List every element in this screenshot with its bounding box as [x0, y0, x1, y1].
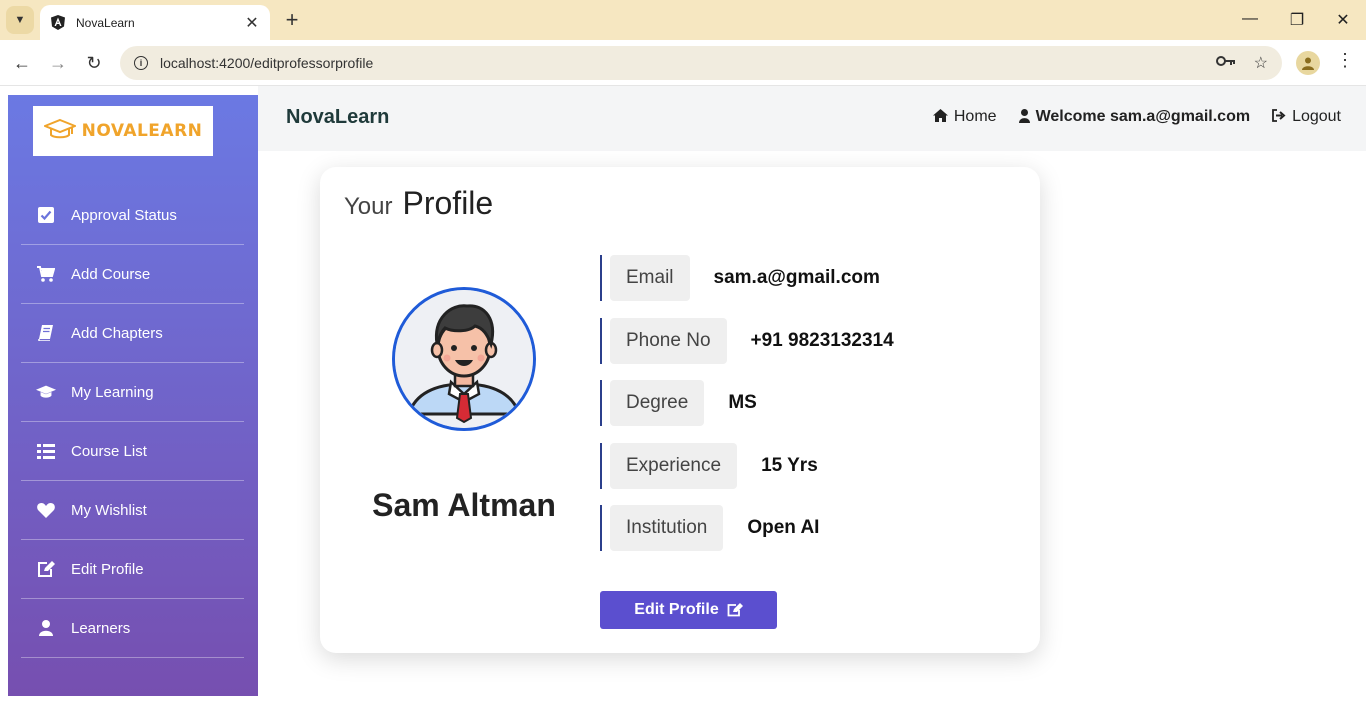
list-icon [36, 441, 56, 461]
sidebar-item-course-list[interactable]: Course List [21, 422, 244, 481]
field-degree: Degree MS [600, 380, 894, 426]
sidebar-item-label: Add Course [71, 265, 151, 283]
sidebar-item-label: Edit Profile [71, 560, 144, 578]
profile-card: Your Profile Sam Altman Email sam.a@gmai… [320, 167, 1040, 653]
cart-icon [36, 264, 56, 284]
field-value: sam.a@gmail.com [713, 267, 880, 288]
profile-name: Sam Altman [372, 487, 556, 523]
logo[interactable]: NOVALEARN [33, 106, 213, 156]
app-header: NovaLearn Home Welcome sam.a@gmail.com L… [258, 86, 1366, 151]
tab-search-button[interactable]: ▼ [6, 6, 34, 34]
field-value: Open AI [747, 517, 820, 538]
sidebar-menu: Approval Status Add Course Add Chapters … [21, 186, 244, 658]
browser-menu-icon[interactable]: ⋮ [1336, 50, 1354, 71]
field-label: Degree [610, 380, 705, 426]
edit-icon [727, 603, 743, 617]
edit-profile-label: Edit Profile [634, 601, 719, 618]
check-square-icon [36, 205, 56, 225]
edit-profile-button[interactable]: Edit Profile [600, 591, 777, 629]
edit-icon [36, 559, 56, 579]
forward-icon[interactable]: → [47, 52, 69, 74]
bookmark-star-icon[interactable]: ☆ [1254, 53, 1268, 73]
field-phone: Phone No +91 9823132314 [600, 317, 894, 364]
reload-icon[interactable]: ↻ [83, 52, 105, 74]
graduation-cap-logo-icon [41, 118, 78, 145]
page-title: Your Profile [344, 185, 493, 222]
brand-title[interactable]: NovaLearn [286, 106, 389, 129]
sidebar-item-label: Add Chapters [71, 324, 163, 342]
user-icon [1018, 108, 1030, 126]
field-label: Email [610, 255, 690, 301]
field-value: +91 9823132314 [750, 329, 894, 351]
title-main: Profile [402, 185, 494, 221]
angular-icon [50, 15, 66, 31]
sidebar-item-learners[interactable]: Learners [21, 599, 244, 658]
header-nav: Home Welcome sam.a@gmail.com Logout [911, 108, 1341, 126]
sidebar-item-add-chapters[interactable]: Add Chapters [21, 304, 244, 363]
url-text[interactable]: localhost:4200/editprofessorprofile [160, 55, 1198, 71]
address-bar[interactable]: i localhost:4200/editprofessorprofile ☆ [120, 46, 1282, 80]
user-icon [36, 618, 56, 638]
sidebar-item-label: Course List [71, 442, 147, 460]
logout-label: Logout [1292, 108, 1341, 125]
sidebar-item-label: Learners [71, 619, 131, 637]
logo-text: NOVALEARN [81, 121, 203, 141]
browser-profile-icon[interactable] [1296, 51, 1320, 75]
password-key-icon[interactable] [1215, 54, 1236, 72]
field-label: Institution [610, 505, 724, 551]
logout-icon [1272, 109, 1286, 125]
tab-close-icon[interactable]: ✕ [244, 13, 260, 33]
heart-icon [36, 500, 56, 520]
sidebar-item-approval-status[interactable]: Approval Status [21, 186, 244, 245]
sidebar-item-my-wishlist[interactable]: My Wishlist [21, 481, 244, 540]
close-window-button[interactable]: ✕ [1333, 10, 1353, 30]
minimize-button[interactable]: — [1240, 10, 1260, 28]
field-experience: Experience 15 Yrs [600, 442, 894, 489]
browser-tab[interactable]: NovaLearn ✕ [40, 5, 270, 40]
home-label: Home [953, 108, 997, 125]
logout-link[interactable]: Logout [1272, 108, 1341, 126]
field-label: Experience [610, 442, 738, 489]
sidebar-item-label: My Wishlist [71, 501, 147, 519]
title-prefix: Your [344, 193, 393, 220]
field-institution: Institution Open AI [600, 505, 894, 551]
field-value: MS [728, 392, 757, 413]
restore-button[interactable]: ❐ [1287, 10, 1307, 30]
field-email: Email sam.a@gmail.com [600, 255, 894, 301]
back-icon[interactable]: ← [11, 52, 33, 74]
sidebar-item-add-course[interactable]: Add Course [21, 245, 244, 304]
avatar [392, 287, 536, 431]
avatar-illustration [395, 290, 533, 428]
sidebar-item-my-learning[interactable]: My Learning [21, 363, 244, 422]
site-info-icon[interactable]: i [134, 56, 148, 70]
field-label: Phone No [610, 317, 727, 364]
sidebar-item-edit-profile[interactable]: Edit Profile [21, 540, 244, 599]
welcome-label: Welcome sam.a@gmail.com [1035, 108, 1251, 125]
browser-tab-bar: ▼ NovaLearn ✕ + — ❐ ✕ [0, 0, 1366, 40]
field-value: 15 Yrs [761, 454, 818, 476]
new-tab-button[interactable]: + [282, 8, 302, 32]
graduation-cap-icon [36, 382, 56, 402]
browser-toolbar: ← → ↻ i localhost:4200/editprofessorprof… [0, 40, 1366, 86]
home-link[interactable]: Home [932, 108, 997, 126]
sidebar-item-label: Approval Status [71, 206, 177, 224]
sidebar-item-label: My Learning [71, 383, 154, 401]
home-icon [932, 109, 948, 125]
sidebar: NOVALEARN Approval Status Add Course Add… [8, 95, 258, 696]
book-icon [36, 323, 56, 343]
profile-fields: Email sam.a@gmail.com Phone No +91 98231… [600, 255, 894, 568]
welcome-user[interactable]: Welcome sam.a@gmail.com [1018, 108, 1251, 126]
tab-title: NovaLearn [76, 15, 135, 30]
